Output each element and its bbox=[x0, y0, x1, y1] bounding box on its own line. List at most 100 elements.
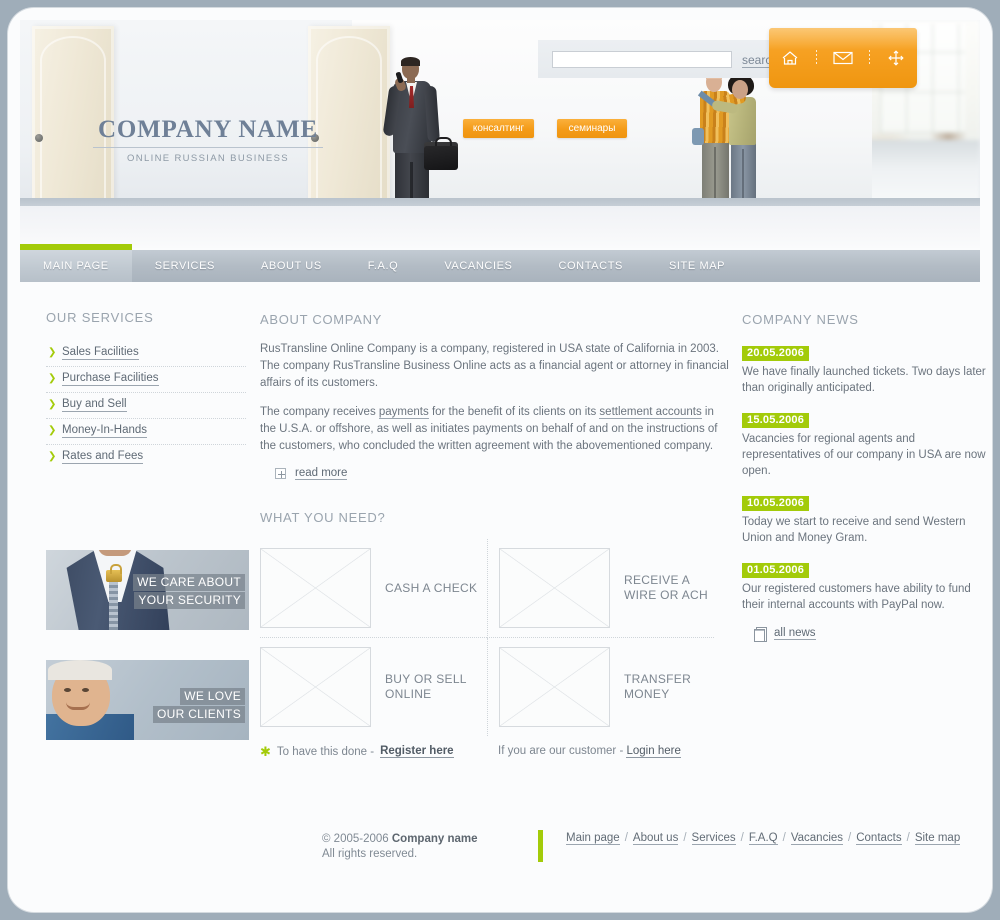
nav-item-contacts[interactable]: CONTACTS bbox=[535, 250, 645, 282]
what-you-need-section: WHAT YOU NEED? CASH A CHECK RECEIVE A WI… bbox=[260, 510, 730, 758]
footer-link-site-map[interactable]: Site map bbox=[914, 832, 961, 845]
page-container: COMPANY NAME ONLINE RUSSIAN BUSINESS кон… bbox=[8, 8, 992, 912]
about-p2-part-a: The company receives bbox=[260, 406, 379, 418]
news-item: 20.05.2006 We have finally launched tick… bbox=[742, 343, 992, 396]
icon-separator bbox=[815, 50, 817, 66]
sidebar-item-money-in-hands[interactable]: ❯ Money-In-Hands bbox=[46, 418, 246, 444]
promo-caption-line2: OUR CLIENTS bbox=[153, 706, 245, 723]
news-date-badge: 20.05.2006 bbox=[742, 346, 810, 361]
sidebar-item-label[interactable]: Sales Facilities bbox=[62, 346, 139, 360]
image-placeholder bbox=[499, 647, 610, 727]
copyright-company: Company name bbox=[391, 833, 478, 845]
footer-divider bbox=[538, 830, 543, 862]
search-input[interactable] bbox=[552, 51, 732, 68]
promo-pill-seminars[interactable]: семинары bbox=[557, 119, 627, 138]
logo-name: COMPANY NAME bbox=[93, 116, 323, 148]
sidebar-item-label[interactable]: Rates and Fees bbox=[62, 450, 144, 464]
sitemap-icon[interactable] bbox=[881, 43, 911, 73]
footer-link-contacts[interactable]: Contacts bbox=[856, 832, 902, 845]
nav-item-vacancies[interactable]: VACANCIES bbox=[421, 250, 535, 282]
sidebar-item-sales-facilities[interactable]: ❯ Sales Facilities bbox=[46, 341, 246, 366]
chevron-right-icon: ❯ bbox=[48, 347, 57, 358]
register-row: ✱ To have this done - Register here bbox=[260, 745, 487, 758]
promo-caption-line1: WE LOVE bbox=[180, 688, 245, 705]
promo-caption-line2: YOUR SECURITY bbox=[134, 592, 245, 609]
need-cell-transfer-money[interactable]: TRANSFER MONEY bbox=[487, 638, 714, 736]
promo-banner-clients[interactable]: WE LOVE OUR CLIENTS bbox=[46, 660, 249, 740]
chevron-right-icon: ❯ bbox=[48, 425, 57, 436]
home-icon[interactable] bbox=[775, 43, 805, 73]
services-list: ❯ Sales Facilities ❯ Purchase Facilities… bbox=[46, 341, 246, 470]
read-more-row[interactable]: read more bbox=[275, 467, 730, 480]
news-item: 01.05.2006 Our registered customers have… bbox=[742, 560, 992, 613]
all-news-link[interactable]: all news bbox=[774, 627, 816, 640]
nav-item-faq[interactable]: F.A.Q bbox=[345, 250, 422, 282]
company-news-title: COMPANY NEWS bbox=[742, 312, 859, 327]
need-footer: ✱ To have this done - Register here If y… bbox=[260, 745, 730, 758]
footer-link-main-page[interactable]: Main page bbox=[566, 832, 620, 845]
login-row: If you are our customer - Login here bbox=[487, 745, 714, 758]
about-company-title: ABOUT COMPANY bbox=[260, 312, 383, 327]
promo-banner-security[interactable]: WE CARE ABOUT YOUR SECURITY bbox=[46, 550, 249, 630]
sidebar-item-label[interactable]: Buy and Sell bbox=[62, 398, 127, 412]
footer-link-separator: / bbox=[740, 832, 744, 844]
chain-icon bbox=[109, 582, 118, 630]
news-column: COMPANY NEWS 20.05.2006 We have finally … bbox=[742, 312, 992, 642]
rights-reserved: All rights reserved. bbox=[322, 848, 418, 860]
nav-item-site-map[interactable]: SITE MAP bbox=[646, 250, 748, 282]
search-area: search bbox=[538, 40, 783, 78]
settlement-accounts-link[interactable]: settlement accounts bbox=[599, 406, 702, 419]
logo-tagline: ONLINE RUSSIAN BUSINESS bbox=[127, 153, 289, 164]
register-prompt: To have this done - bbox=[276, 745, 375, 758]
icon-separator bbox=[869, 50, 871, 66]
news-text: Today we start to receive and send Weste… bbox=[742, 516, 966, 544]
need-cell-cash-a-check[interactable]: CASH A CHECK bbox=[260, 539, 487, 638]
sidebar-item-rates-and-fees[interactable]: ❯ Rates and Fees bbox=[46, 444, 246, 470]
news-text: We have finally launched tickets. Two da… bbox=[742, 366, 986, 394]
footer-link-services[interactable]: Services bbox=[691, 832, 736, 845]
mail-icon[interactable] bbox=[828, 43, 858, 73]
chevron-right-icon: ❯ bbox=[48, 399, 57, 410]
news-item: 10.05.2006 Today we start to receive and… bbox=[742, 493, 992, 546]
footer-link-vacancies[interactable]: Vacancies bbox=[790, 832, 844, 845]
what-you-need-title: WHAT YOU NEED? bbox=[260, 510, 386, 525]
page-content: OUR SERVICES ❯ Sales Facilities ❯ Purcha… bbox=[20, 282, 986, 812]
image-placeholder bbox=[499, 548, 610, 628]
need-row: BUY OR SELL ONLINE TRANSFER MONEY bbox=[260, 638, 730, 736]
need-cell-receive-a-wire-or-ach[interactable]: RECEIVE A WIRE OR ACH bbox=[487, 539, 714, 638]
news-date-badge: 15.05.2006 bbox=[742, 413, 810, 428]
about-paragraph-2: The company receives payments for the be… bbox=[260, 404, 730, 455]
footer-link-about-us[interactable]: About us bbox=[632, 832, 679, 845]
header-divider bbox=[20, 198, 980, 206]
sidebar-title: OUR SERVICES bbox=[46, 310, 154, 325]
need-cell-label: RECEIVE A WIRE OR ACH bbox=[624, 573, 708, 602]
nav-item-services[interactable]: SERVICES bbox=[132, 250, 238, 282]
need-cell-buy-or-sell-online[interactable]: BUY OR SELL ONLINE bbox=[260, 638, 487, 736]
sidebar-item-buy-and-sell[interactable]: ❯ Buy and Sell bbox=[46, 392, 246, 418]
sidebar-item-purchase-facilities[interactable]: ❯ Purchase Facilities bbox=[46, 366, 246, 392]
copyright-prefix: © 2005-2006 bbox=[322, 833, 392, 845]
register-link[interactable]: Register here bbox=[380, 745, 454, 758]
promo-pill-consulting[interactable]: консалтинг bbox=[463, 119, 534, 138]
header-icon-bar bbox=[769, 28, 917, 88]
plus-box-icon bbox=[275, 468, 286, 479]
about-paragraph-1: RusTransline Online Company is a company… bbox=[260, 343, 729, 389]
promo-caption: WE CARE ABOUT YOUR SECURITY bbox=[133, 574, 245, 610]
nav-item-main-page[interactable]: MAIN PAGE bbox=[20, 244, 132, 282]
site-logo[interactable]: COMPANY NAME ONLINE RUSSIAN BUSINESS bbox=[93, 116, 323, 164]
promo-caption-line1: WE CARE ABOUT bbox=[133, 574, 245, 591]
footer-link-separator: / bbox=[624, 832, 628, 844]
sidebar-item-label[interactable]: Money-In-Hands bbox=[62, 424, 148, 438]
login-link[interactable]: Login here bbox=[626, 745, 681, 758]
site-header: COMPANY NAME ONLINE RUSSIAN BUSINESS кон… bbox=[20, 20, 980, 248]
news-date-badge: 10.05.2006 bbox=[742, 496, 810, 511]
chevron-right-icon: ❯ bbox=[48, 451, 57, 462]
news-text: Our registered customers have ability to… bbox=[742, 583, 971, 611]
sidebar-item-label[interactable]: Purchase Facilities bbox=[62, 372, 159, 386]
footer-link-faq[interactable]: F.A.Q bbox=[748, 832, 778, 845]
nav-item-about-us[interactable]: ABOUT US bbox=[238, 250, 345, 282]
payments-link[interactable]: payments bbox=[378, 406, 429, 419]
all-news-row[interactable]: all news bbox=[754, 627, 992, 642]
footer-link-separator: / bbox=[906, 832, 910, 844]
read-more-link[interactable]: read more bbox=[295, 467, 348, 480]
